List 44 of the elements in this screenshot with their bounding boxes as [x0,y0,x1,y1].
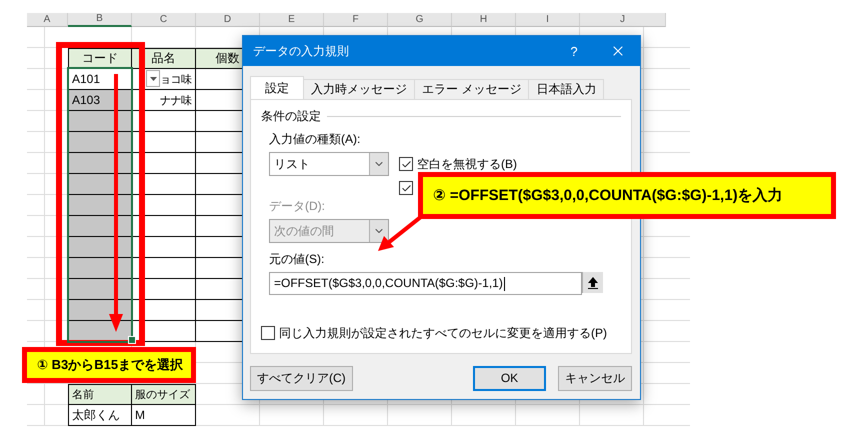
field-label: 元の値(S): [269,251,326,268]
checkbox-label[interactable]: 空白を無視する(B) [417,156,517,172]
table-cell: M [132,405,196,426]
callout-note: ① B3からB15までを選択 [22,347,196,383]
tab[interactable]: 設定 [250,76,304,99]
table-cell: ナナ味 [132,90,196,111]
column-header[interactable]: J [580,13,666,27]
type-select[interactable]: リスト [269,152,389,176]
column-header[interactable]: B [68,13,132,27]
header-cell: 服のサイズ [132,384,196,405]
table-cell: 太郎くん [68,405,132,426]
header-cell: 品名 [132,48,196,69]
fill-handle[interactable] [128,336,136,344]
header-cell: 名前 [68,384,132,405]
collapse-button[interactable] [582,272,603,293]
field-label: データ(D): [269,198,326,215]
cancel-button[interactable]: キャンセル [558,366,632,390]
column-header[interactable]: H [452,13,516,27]
column-header[interactable]: F [324,13,388,27]
field-label: 入力値の種類(A): [269,131,362,148]
checkbox[interactable] [399,157,413,171]
checkbox[interactable] [261,326,275,340]
check-icon [400,158,412,170]
source-input-field[interactable]: =OFFSET($G$3,0,0,COUNTA($G:$G)-1,1) [269,272,582,295]
column-header[interactable]: A [27,13,68,27]
check-icon [400,182,412,194]
callout-note: ② =OFFSET($G$3,0,0,COUNTA($G:$G)-1,1)を入力 [418,172,836,219]
dropdown-button[interactable] [146,70,160,87]
checkbox-label[interactable]: 同じ入力規則が設定されたすべてのセルに変更を適用する(P) [279,324,607,342]
checkbox[interactable] [399,181,413,195]
help-button[interactable]: ? [552,36,596,66]
tab[interactable]: 日本語入力 [528,79,604,99]
up-arrow-icon [588,276,598,288]
header-cell: コード [68,48,132,69]
caret-icon [150,76,156,80]
column-header[interactable]: E [260,13,324,27]
column-header[interactable]: I [516,13,580,27]
group-title: 条件の設定 [261,108,321,125]
clear-button[interactable]: すべてクリア(C) [250,366,353,390]
table-cell: A103 [68,90,132,111]
ok-button[interactable]: OK [473,366,546,390]
column-header[interactable]: D [196,13,260,27]
column-header[interactable]: C [132,13,196,27]
column-header[interactable]: G [388,13,452,27]
